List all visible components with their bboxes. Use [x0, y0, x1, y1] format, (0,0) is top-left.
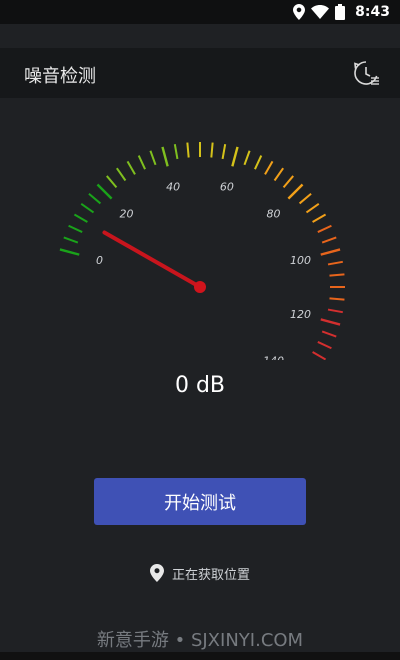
gauge-minor-tick [264, 160, 274, 175]
gauge-label: 140 [263, 355, 284, 360]
gauge-label: 100 [290, 254, 311, 267]
gauge-minor-tick [126, 160, 136, 175]
gauge-minor-tick [80, 203, 95, 214]
gauge-minor-tick [321, 330, 337, 338]
gauge-needle [102, 230, 202, 289]
bottom-strip [0, 652, 400, 660]
gauge-minor-tick [282, 175, 294, 189]
gauge-needle-hub [194, 281, 206, 293]
gauge-label: 60 [220, 181, 234, 194]
sound-level-gauge: 0 20 40 60 80 100 120 140 [59, 142, 345, 360]
gauge-minor-tick [254, 155, 263, 170]
gauge-major-tick [96, 183, 113, 200]
history-clock-icon[interactable] [352, 59, 380, 87]
gauge-major-tick [320, 248, 341, 256]
page-title: 噪音检测 [24, 66, 96, 87]
gauge-minor-tick [243, 150, 251, 166]
location-pin-icon [149, 564, 164, 582]
gauge-label: 20 [119, 207, 133, 220]
gauge-label: 0 [96, 254, 103, 267]
decibel-reading: 0 dB [174, 373, 226, 398]
wifi-icon [311, 5, 330, 19]
gauge-minor-tick [88, 193, 102, 205]
gauge-minor-tick [68, 224, 83, 233]
gauge-minor-tick [210, 142, 214, 158]
gauge-minor-tick [329, 273, 345, 277]
gauge-minor-tick [298, 193, 312, 205]
gauge-minor-tick [321, 236, 337, 244]
gauge-minor-tick [221, 144, 227, 160]
top-band [0, 24, 400, 48]
gauge-major-tick [287, 183, 304, 200]
app-bar: 噪音检测 [0, 48, 400, 98]
gauge-minor-tick [106, 175, 118, 189]
gauge-major-tick [231, 146, 239, 167]
gauge-minor-tick [116, 167, 127, 182]
gauge-minor-tick [149, 150, 157, 166]
watermark: 新意手游 • SJXINYI.COM [96, 630, 304, 651]
gauge-minor-tick [312, 351, 327, 360]
gauge-label: 80 [267, 207, 281, 220]
status-icons: 8:43 [293, 0, 390, 24]
gauge-minor-tick [305, 203, 320, 214]
gauge-major-tick [161, 146, 169, 167]
gauge-minor-tick [312, 213, 327, 223]
gauge-minor-tick [317, 341, 332, 350]
gauge-minor-tick [186, 142, 190, 158]
gauge-major-tick [320, 318, 341, 326]
battery-icon [335, 4, 346, 20]
gauge-minor-tick [317, 224, 332, 233]
status-time: 8:43 [355, 4, 390, 20]
gauge-major-tick [59, 248, 80, 256]
gauge-label: 40 [166, 181, 180, 194]
location-text: 正在获取位置 [171, 567, 250, 583]
gauge-minor-tick [273, 167, 284, 182]
gauge-label: 120 [290, 308, 311, 321]
gauge-minor-tick [329, 297, 345, 301]
gauge-minor-tick [327, 260, 343, 266]
gauge-minor-tick [63, 236, 79, 244]
status-bar: 8:43 [0, 0, 400, 24]
location-status: 正在获取位置 [0, 561, 400, 585]
start-test-button[interactable]: 开始测试 [94, 478, 306, 525]
gauge-minor-tick [173, 144, 179, 160]
location-icon [293, 4, 306, 20]
gauge-minor-tick [327, 308, 343, 314]
gauge-minor-tick [137, 155, 146, 170]
gauge-minor-tick [73, 213, 88, 223]
